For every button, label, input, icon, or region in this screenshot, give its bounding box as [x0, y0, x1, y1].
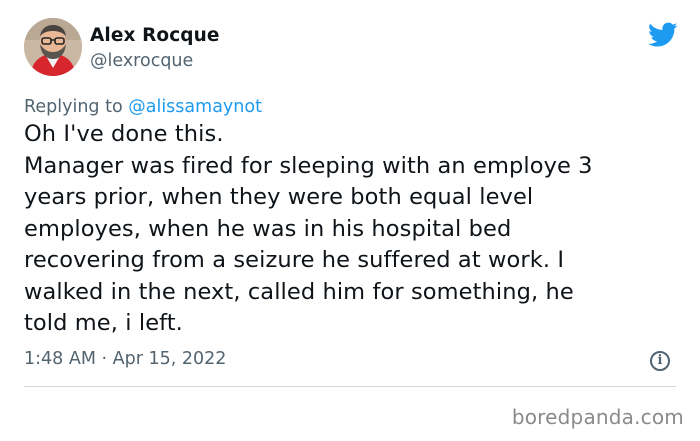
avatar[interactable] — [24, 18, 82, 76]
tweet-timestamp[interactable]: 1:48 AM · Apr 15, 2022 — [24, 349, 226, 369]
reply-prefix: Replying to — [24, 97, 129, 117]
divider — [24, 386, 676, 387]
avatar-image — [24, 18, 82, 76]
tweet-header: Alex Rocque @lexrocque — [24, 18, 678, 80]
reply-context: Replying to @alissamaynot — [24, 97, 262, 117]
tweet-line: employes, when he was in his hospital be… — [24, 215, 512, 242]
tweet-line: recovering from a seizure he suffered at… — [24, 247, 565, 273]
source-credit: boredpanda.com — [511, 405, 684, 429]
author-handle[interactable]: @lexrocque — [90, 51, 193, 71]
tweet-line: Oh I've done this. — [24, 121, 224, 147]
author-name[interactable]: Alex Rocque — [90, 25, 220, 46]
tweet-line: walked in the next, called him for somet… — [24, 278, 574, 305]
reply-mention-link[interactable]: @alissamaynot — [128, 97, 262, 117]
tweet-text: Oh I've done this. Manager was fired for… — [24, 119, 674, 340]
tweet-line: told me, i left. — [24, 310, 183, 336]
info-icon[interactable]: i — [650, 351, 670, 371]
twitter-bird-icon[interactable] — [648, 22, 678, 48]
tweet-line: Manager was fired for sleeping with an e… — [24, 152, 593, 179]
tweet-line: years prior, when they were both equal l… — [24, 184, 534, 210]
